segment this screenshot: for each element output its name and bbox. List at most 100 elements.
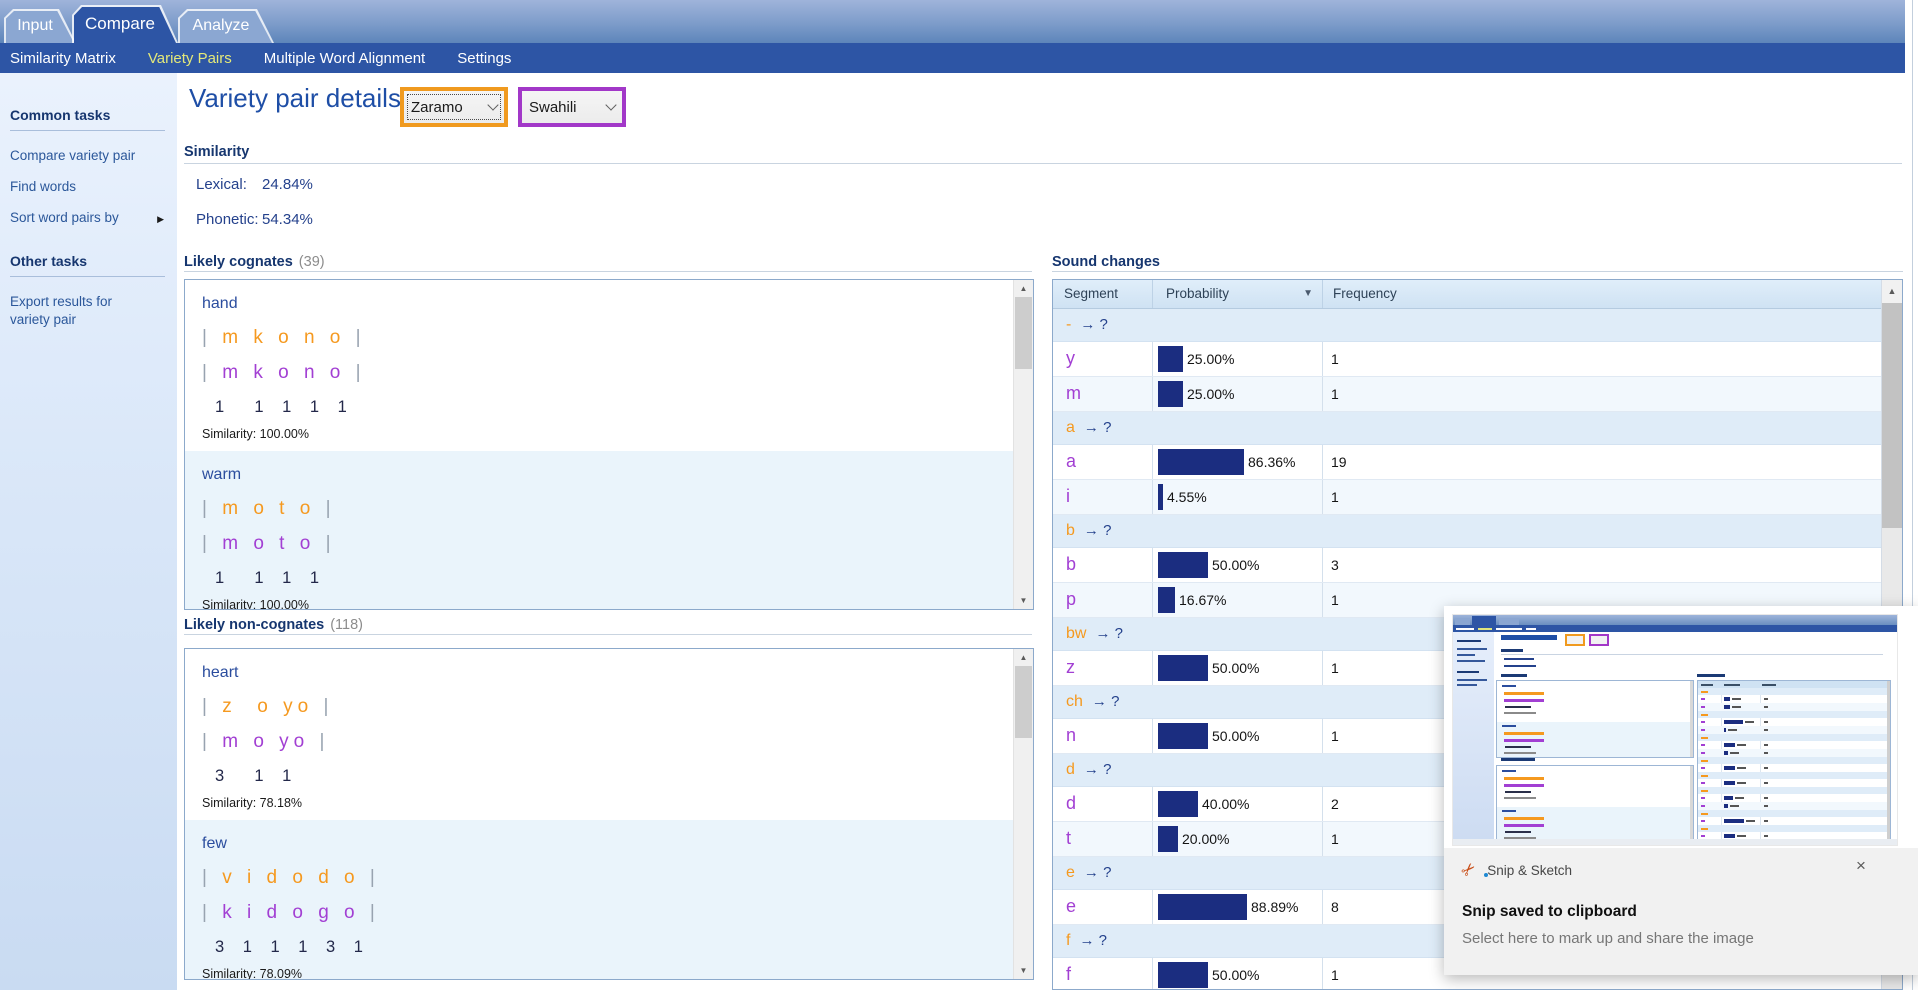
boundary-pipe: |	[345, 362, 365, 383]
thumbnail-detail	[1701, 805, 1705, 807]
menu-item-multiple-word-alignment[interactable]: Multiple Word Alignment	[264, 50, 425, 67]
thumbnail-detail	[1701, 775, 1708, 777]
sound-changes-heading: Sound changes	[1052, 254, 1160, 270]
tab-analyze[interactable]: Analyze	[178, 9, 274, 43]
scroll-up-icon[interactable]: ▲	[1014, 649, 1033, 666]
segments-text: m o yo	[222, 731, 309, 752]
segments-text: z o yo	[222, 696, 313, 717]
noncognates-scrollbar[interactable]: ▲ ▼	[1013, 649, 1033, 979]
group-segment: b	[1066, 522, 1075, 539]
thumbnail-detail	[1698, 787, 1887, 794]
scrollbar-thumb[interactable]	[1015, 666, 1032, 738]
common-tasks-heading: Common tasks	[10, 107, 169, 123]
variety2-value: Swahili	[529, 99, 577, 116]
probability-cell: 25.00%	[1153, 377, 1323, 411]
thumbnail-detail	[1697, 680, 1891, 841]
entry-gloss: few	[202, 832, 1014, 864]
thumbnail-detail	[1457, 679, 1487, 681]
menu-item-similarity-matrix[interactable]: Similarity Matrix	[10, 50, 116, 67]
sound-change-row[interactable]: a86.36%19	[1053, 445, 1882, 480]
thumbnail-detail	[1737, 835, 1746, 837]
thumbnail-detail	[1724, 804, 1728, 809]
thumbnail-detail	[1478, 628, 1492, 630]
task-link-label: Sort word pairs by	[10, 210, 119, 225]
segment-cell: f	[1053, 958, 1153, 990]
task-link-find-words[interactable]: Find words	[10, 171, 142, 202]
thumbnail-detail	[1565, 634, 1585, 646]
task-link-sort-word-pairs-by[interactable]: Sort word pairs by▶	[10, 202, 142, 233]
column-header-frequency[interactable]: Frequency	[1323, 280, 1882, 308]
boundary-pipe: |	[345, 327, 365, 348]
thumbnail-detail	[1724, 684, 1740, 686]
sound-change-row[interactable]: b50.00%3	[1053, 548, 1882, 583]
tab-input[interactable]: Input	[4, 9, 76, 43]
entry-similarity: Similarity: 100.00%	[202, 427, 1014, 441]
boundary-pipe: |	[202, 696, 222, 717]
cognates-scrollbar[interactable]: ▲ ▼	[1013, 280, 1033, 609]
segment-cell: y	[1053, 342, 1153, 376]
table-header-row: Segment Probability ▼ Frequency	[1053, 280, 1882, 309]
scrollbar-thumb[interactable]	[1015, 297, 1032, 369]
scroll-down-icon[interactable]: ▼	[1014, 962, 1033, 979]
segments-text: m o t o	[222, 533, 315, 554]
menu-item-variety-pairs[interactable]: Variety Pairs	[148, 50, 232, 67]
group-arrow: → ?	[1079, 932, 1107, 949]
task-link-export-results-for-variety-pair[interactable]: Export results for variety pair	[10, 286, 142, 335]
sound-change-group-header: b→ ?	[1053, 515, 1882, 548]
boundary-pipe: |	[202, 867, 222, 888]
segment-cell: i	[1053, 480, 1153, 514]
snip-sketch-toast[interactable]: ✂ Snip & Sketch × Snip saved to clipboar…	[1444, 606, 1918, 975]
variety1-dropdown[interactable]: Zaramo	[400, 87, 508, 127]
thumbnail-detail	[1732, 706, 1741, 708]
scroll-up-icon[interactable]: ▲	[1882, 280, 1902, 303]
thumbnail-detail	[1701, 737, 1708, 739]
thumbnail-detail	[1501, 674, 1527, 677]
scrollbar-thumb[interactable]	[1882, 303, 1902, 528]
sound-change-row[interactable]: i4.55%1	[1053, 480, 1882, 515]
thumbnail-detail	[1698, 810, 1887, 817]
thumbnail-detail	[1453, 839, 1897, 845]
tab-compare[interactable]: Compare	[72, 5, 178, 43]
probability-value: 86.36%	[1248, 454, 1295, 470]
probability-bar	[1158, 826, 1178, 852]
similarity-heading: Similarity	[184, 144, 249, 160]
thumbnail-detail	[1502, 770, 1516, 772]
menu-item-settings[interactable]: Settings	[457, 50, 511, 67]
thumbnail-detail	[1701, 714, 1708, 716]
thumbnail-detail	[1701, 813, 1708, 815]
entry-similarity: Similarity: 78.18%	[202, 796, 1014, 810]
thumbnail-detail	[1764, 721, 1768, 723]
probability-bar	[1158, 449, 1244, 475]
thumbnail-detail	[1698, 711, 1887, 718]
sound-change-group-header: a→ ?	[1053, 412, 1882, 445]
column-header-segment[interactable]: Segment	[1053, 280, 1153, 308]
thumbnail-detail	[1472, 616, 1496, 625]
variety2-alignment: | m o t o |	[202, 530, 1014, 565]
task-link-compare-variety-pair[interactable]: Compare variety pair	[10, 140, 142, 171]
thumbnail-detail	[1457, 660, 1485, 662]
thumbnail-detail	[1502, 725, 1516, 727]
segment-cell: b	[1053, 548, 1153, 582]
task-link-label: Export results for variety pair	[10, 294, 112, 327]
scissors-icon-dot	[1484, 873, 1488, 877]
thumbnail-detail	[1764, 797, 1768, 799]
probability-cell: 25.00%	[1153, 342, 1323, 376]
scroll-up-icon[interactable]: ▲	[1014, 280, 1033, 297]
tab-label: Input	[4, 9, 76, 43]
close-icon[interactable]: ×	[1856, 856, 1866, 876]
segments-text: m k o n o	[222, 327, 345, 348]
thumbnail-detail	[1502, 810, 1516, 812]
sound-change-row[interactable]: m25.00%1	[1053, 377, 1882, 412]
sound-change-row[interactable]: y25.00%1	[1053, 342, 1882, 377]
thumbnail-detail	[1504, 712, 1536, 714]
segment-cell: a	[1053, 445, 1153, 479]
segment-cell: e	[1053, 890, 1153, 924]
scroll-down-icon[interactable]: ▼	[1014, 592, 1033, 609]
variety2-dropdown[interactable]: Swahili	[518, 87, 626, 127]
thumbnail-detail	[1698, 734, 1887, 741]
cognate-entry: warm| m o t o || m o t o |1 1 1 1Similar…	[185, 451, 1014, 609]
thumbnail-detail	[1764, 782, 1768, 784]
segment-cell: m	[1053, 377, 1153, 411]
thumbnail-detail	[1453, 632, 1494, 839]
column-header-probability[interactable]: Probability ▼	[1153, 280, 1323, 308]
